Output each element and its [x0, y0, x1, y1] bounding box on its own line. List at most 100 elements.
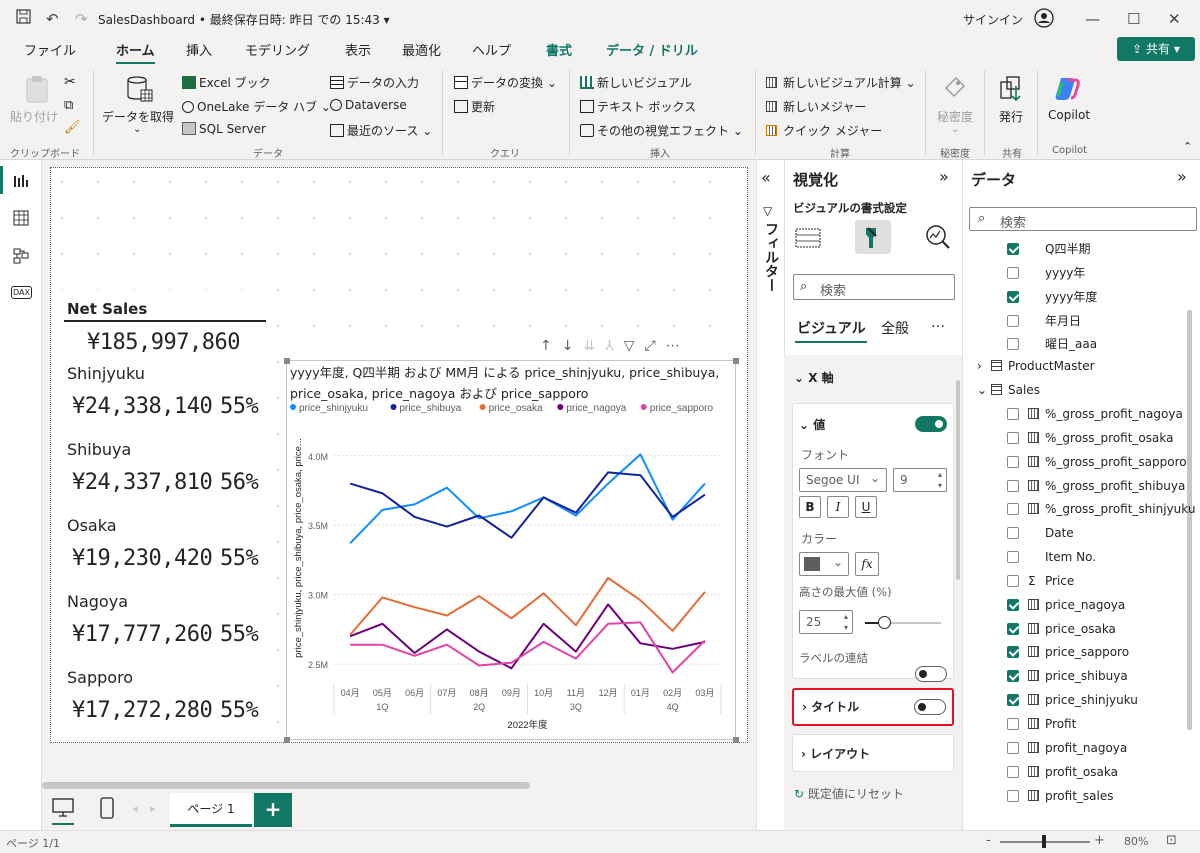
font-family-select[interactable]: Segoe UI ⌄	[799, 468, 887, 492]
field-item[interactable]: price_shibuya	[1007, 669, 1128, 683]
copy-icon[interactable]: ⧉	[64, 98, 73, 113]
field-checkbox[interactable]	[1007, 622, 1019, 635]
get-data-button[interactable]: データを取得	[102, 108, 174, 125]
field-item[interactable]: profit_osaka	[1007, 765, 1118, 779]
field-checkbox[interactable]	[1007, 789, 1019, 802]
values-toggle[interactable]	[915, 416, 947, 432]
field-checkbox[interactable]	[1007, 646, 1019, 659]
new-measure-button[interactable]: 新しいメジャー	[766, 98, 866, 115]
bold-button[interactable]: B	[799, 496, 821, 518]
field-checkbox[interactable]	[1007, 741, 1019, 754]
quick-measure-button[interactable]: クイック メジャー	[766, 122, 882, 139]
field-checkbox[interactable]	[1007, 670, 1019, 683]
field-checkbox[interactable]	[1007, 266, 1019, 279]
field-checkbox[interactable]	[1007, 314, 1019, 327]
dataverse-button[interactable]: Dataverse	[330, 98, 407, 112]
data-search-input[interactable]: ⌕ 検索	[969, 207, 1197, 231]
copilot-button[interactable]: Copilot	[1048, 108, 1090, 122]
field-item[interactable]: Profit	[1007, 717, 1076, 731]
desktop-layout-icon[interactable]	[52, 798, 74, 825]
focus-mode-icon[interactable]: ⤢	[645, 338, 666, 354]
zoom-out-icon[interactable]: -	[986, 833, 991, 848]
field-item[interactable]: %_gross_profit_shinjyuku	[1007, 502, 1195, 516]
zoom-thumb[interactable]	[1042, 835, 1046, 848]
zoom-slider[interactable]	[1000, 835, 1090, 848]
field-checkbox[interactable]	[1007, 527, 1019, 540]
field-item[interactable]: price_nagoya	[1007, 598, 1125, 612]
field-checkbox[interactable]	[1007, 479, 1019, 492]
filter-icon[interactable]: ▽	[624, 338, 645, 354]
table-node[interactable]: › ProductMaster	[977, 359, 1095, 373]
maximize-icon[interactable]: ☐	[1127, 0, 1140, 38]
report-view-icon[interactable]	[13, 172, 29, 191]
collapse-data-icon[interactable]: »	[1177, 167, 1187, 186]
title-section[interactable]: › タイトル	[792, 688, 954, 726]
tab-general[interactable]: 全般	[881, 318, 909, 338]
field-checkbox[interactable]	[1007, 694, 1019, 707]
chevron-right-icon[interactable]: ›	[977, 359, 991, 373]
copilot-icon[interactable]	[1053, 74, 1081, 105]
field-item[interactable]: price_osaka	[1007, 622, 1116, 636]
color-picker[interactable]: ⌄	[799, 552, 849, 576]
field-item[interactable]: 曜日_aaa	[1007, 335, 1097, 352]
field-item[interactable]: %_gross_profit_shibuya	[1007, 479, 1185, 493]
expand-filters-icon[interactable]: «	[761, 168, 771, 187]
expand-all-icon[interactable]: ⇊	[583, 338, 605, 354]
title-section-header[interactable]: › タイトル	[802, 698, 859, 715]
expand-level-icon[interactable]: ⅄	[605, 338, 624, 354]
format-visual-tab[interactable]	[855, 220, 891, 254]
horizontal-scrollbar[interactable]	[42, 782, 530, 789]
filter-pane-collapsed[interactable]: « ▽ フィルター	[756, 160, 784, 830]
recent-sources-button[interactable]: 最近のソース ⌄	[330, 122, 432, 139]
menu-file[interactable]: ファイル	[24, 40, 76, 59]
paste-icon[interactable]	[22, 74, 52, 107]
underline-button[interactable]: U	[855, 496, 877, 518]
field-item[interactable]: 年月日	[1007, 312, 1081, 329]
menu-optimize[interactable]: 最適化	[402, 40, 441, 59]
field-checkbox[interactable]	[1007, 407, 1019, 420]
refresh-button[interactable]: 更新	[454, 98, 495, 115]
add-page-button[interactable]: +	[254, 793, 292, 827]
new-visual-button[interactable]: 新しいビジュアル	[580, 74, 692, 91]
field-item[interactable]: profit_nagoya	[1007, 741, 1127, 755]
onelake-button[interactable]: OneLake データ ハブ ⌄	[182, 98, 331, 115]
field-item[interactable]: price_shinjyuku	[1007, 693, 1138, 707]
sensitivity-button[interactable]: 秘密度	[937, 108, 973, 125]
prev-page-icon[interactable]: ◂	[132, 802, 138, 815]
field-checkbox[interactable]	[1007, 598, 1019, 611]
italic-button[interactable]: I	[827, 496, 849, 518]
field-item[interactable]: Σ Price	[1007, 574, 1074, 588]
close-icon[interactable]: ✕	[1168, 0, 1181, 38]
menu-format[interactable]: 書式	[546, 40, 572, 59]
field-checkbox[interactable]	[1007, 551, 1019, 564]
font-size-stepper[interactable]: 9 ▴ ▾	[893, 468, 947, 492]
field-item[interactable]: profit_sales	[1007, 789, 1113, 803]
layout-section[interactable]: › レイアウト	[792, 734, 954, 772]
excel-button[interactable]: Excel ブック	[182, 74, 271, 91]
field-item[interactable]: %_gross_profit_osaka	[1007, 431, 1173, 445]
concat-labels-toggle[interactable]	[915, 666, 947, 682]
field-item[interactable]: Date	[1007, 526, 1074, 540]
database-icon[interactable]	[124, 74, 154, 107]
share-button[interactable]: ⇪ 共有 ▾	[1117, 37, 1195, 61]
menu-insert[interactable]: 挿入	[186, 40, 212, 59]
field-checkbox[interactable]	[1007, 290, 1019, 303]
redo-icon[interactable]: ↷	[75, 0, 88, 38]
publish-icon[interactable]	[998, 74, 1024, 105]
sensitivity-icon[interactable]	[942, 74, 968, 105]
table-node[interactable]: ⌄ Sales	[977, 383, 1040, 397]
menu-help[interactable]: ヘルプ	[472, 40, 511, 59]
paste-button[interactable]: 貼り付け	[10, 108, 58, 125]
sql-server-button[interactable]: SQL Server	[182, 122, 266, 136]
field-checkbox[interactable]	[1007, 243, 1019, 255]
reset-default-button[interactable]: ↻ 既定値にリセット	[794, 785, 904, 802]
get-data-chevron-icon[interactable]: ⌄	[133, 124, 141, 135]
analytics-icon[interactable]	[925, 224, 951, 253]
field-checkbox[interactable]	[1007, 503, 1019, 516]
more-tabs-icon[interactable]: …	[931, 315, 945, 331]
cut-icon[interactable]: ✂	[64, 74, 76, 90]
more-visuals-button[interactable]: その他の視覚エフェクト ⌄	[580, 122, 743, 139]
field-checkbox[interactable]	[1007, 718, 1019, 730]
transform-data-button[interactable]: データの変換 ⌄	[454, 74, 557, 91]
values-section-header[interactable]: ⌄ 値	[799, 416, 825, 433]
